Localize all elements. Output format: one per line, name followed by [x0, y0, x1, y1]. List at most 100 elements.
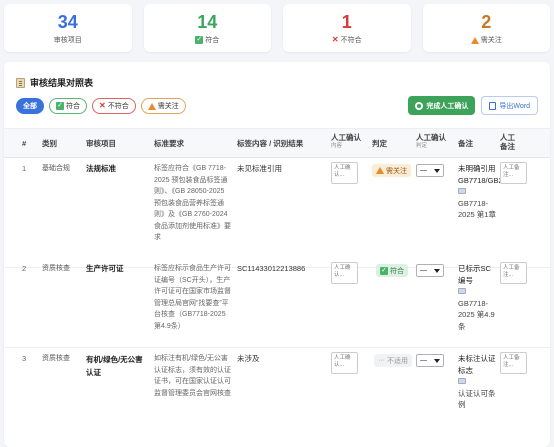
- panel-title: 审核结果对照表: [16, 76, 93, 89]
- stat-warn-label: 需关注: [480, 37, 502, 44]
- col-manual-content-label: 人工确认: [331, 133, 361, 142]
- export-word-button[interactable]: 导出Word: [481, 96, 538, 115]
- row-category: 资质核查: [42, 355, 70, 362]
- table-row: 1 基础合规 法规标准 标签应符合《GB 7718-2025 预包装食品标签通则…: [4, 158, 550, 268]
- stat-card-fail: 1 ✕ 不符合: [283, 4, 411, 52]
- remark-input[interactable]: 人工备注...: [500, 352, 527, 374]
- row-standard: 标签应符合《GB 7718-2025 预包装食品标签通则》、《GB 28050-…: [154, 165, 231, 241]
- filter-all-button[interactable]: 全部: [16, 98, 44, 114]
- col-category: 类别: [42, 139, 57, 148]
- panel-title-text: 审核结果对照表: [30, 78, 94, 88]
- col-manual-judge: 人工确认 判定: [416, 133, 450, 151]
- stat-total-label: 审核项目: [53, 37, 82, 44]
- status-label: 不适用: [387, 357, 408, 365]
- note-main: 未明确引用GB7718/GB28050: [458, 164, 520, 185]
- stat-pass-value: 14: [197, 12, 218, 32]
- filter-all-label: 全部: [23, 103, 37, 110]
- document-icon: [489, 101, 497, 110]
- row-index: 1: [22, 164, 27, 173]
- note-main: 已标示SC编号: [458, 264, 491, 285]
- row-content: 未见标准引用: [237, 164, 282, 173]
- judge-select-value: —: [420, 267, 427, 274]
- x-icon: ✕: [99, 101, 106, 110]
- confirm-button[interactable]: 完成人工确认: [408, 96, 476, 115]
- row-item: 生产许可证: [86, 264, 124, 273]
- row-note: 未标注认证标志 认证认可条例: [458, 353, 498, 411]
- row-index: 2: [22, 264, 27, 273]
- remark-input[interactable]: 人工备注...: [500, 262, 527, 284]
- export-label: 导出Word: [499, 102, 530, 110]
- x-icon: ✕: [331, 35, 339, 44]
- row-category: 资质核查: [42, 265, 70, 272]
- row-note: 未明确引用GB7718/GB28050 GB7718-2025 第1章: [458, 163, 520, 221]
- audit-panel: 审核结果对照表 全部 ✓ 符合 ✕ 不符合 需关注 完成人工确认 导出Word # …: [4, 62, 550, 447]
- status-label: 符合: [390, 267, 404, 275]
- stat-card-pass: 14 ✓ 符合: [143, 4, 271, 52]
- judge-select-value: —: [420, 357, 427, 364]
- book-icon: [458, 288, 466, 294]
- stats-bar: 34 审核项目 14 ✓ 符合 1 ✕ 不符合 2 需关注: [4, 4, 550, 52]
- confirm-label: 完成人工确认: [426, 102, 469, 110]
- filter-warn-button[interactable]: 需关注: [140, 98, 186, 114]
- col-judge: 判定: [372, 139, 387, 148]
- stat-fail-label: 不符合: [340, 37, 362, 44]
- note-ref: 认证认可条例: [458, 388, 496, 410]
- col-item: 审核项目: [86, 139, 116, 148]
- row-note: 已标示SC编号 GB7718-2025 第4.9条: [458, 263, 498, 332]
- stat-pass-label: 符合: [205, 37, 220, 44]
- status-badge: 需关注: [372, 164, 411, 177]
- check-icon: ✓: [195, 36, 204, 44]
- action-group: 完成人工确认 导出Word: [408, 96, 538, 115]
- manual-confirm-input[interactable]: 人工确认...: [331, 162, 358, 184]
- remark-input[interactable]: 人工备注...: [500, 162, 527, 184]
- manual-confirm-input[interactable]: 人工确认...: [331, 262, 358, 284]
- table-row: 3 资质核查 有机/绿色/无公害认证 如标注有机/绿色/无公害认证标志，须有效的…: [4, 348, 550, 447]
- warning-icon: [470, 36, 479, 44]
- filter-bad-label: 不符合: [107, 103, 129, 110]
- judge-select-value: —: [420, 167, 427, 174]
- warning-icon: [376, 167, 384, 174]
- col-manual-judge-sub: 判定: [416, 143, 428, 149]
- row-content: SC11433012213886: [237, 264, 306, 273]
- judge-select[interactable]: —: [416, 164, 444, 177]
- filter-bad-button[interactable]: ✕ 不符合: [92, 98, 136, 114]
- col-idx: #: [22, 139, 27, 148]
- note-ref: GB7718-2025 第1章: [458, 198, 496, 220]
- note-ref: GB7718-2025 第4.9条: [458, 298, 495, 331]
- row-index: 3: [22, 354, 27, 363]
- check-icon: ✓: [56, 102, 64, 110]
- filter-ok-button[interactable]: ✓ 符合: [49, 98, 87, 114]
- manual-confirm-input[interactable]: 人工确认...: [331, 352, 358, 374]
- book-icon: [458, 188, 466, 194]
- stat-card-total: 34 审核项目: [4, 4, 132, 52]
- col-manual-judge-label: 人工确认: [416, 133, 446, 142]
- stat-warn-value: 2: [481, 12, 492, 32]
- chevron-down-icon: [434, 169, 440, 173]
- status-badge: ··· 不适用: [374, 354, 412, 367]
- filter-ok-label: 符合: [66, 103, 80, 110]
- table-header: # 类别 审核项目 标准要求 标签内容 / 识别结果 人工确认 内容 判定 人工确…: [4, 128, 550, 158]
- note-main: 未标注认证标志: [458, 354, 496, 375]
- stat-card-warn: 2 需关注: [422, 4, 550, 52]
- row-content: 未涉及: [237, 354, 260, 363]
- book-icon: [458, 378, 466, 384]
- col-manual-content: 人工确认 内容: [331, 133, 365, 151]
- judge-select[interactable]: —: [416, 264, 444, 277]
- chevron-down-icon: [434, 359, 440, 363]
- stat-fail-value: 1: [341, 12, 352, 32]
- row-item: 法规标准: [86, 164, 116, 173]
- col-content: 标签内容 / 识别结果: [237, 139, 304, 148]
- judge-select[interactable]: —: [416, 354, 444, 367]
- stat-total-value: 34: [57, 12, 78, 32]
- clipboard-icon: [16, 77, 25, 88]
- row-standard: 如标注有机/绿色/无公害认证标志，须有效的认证证书，可在国家认证认可监督管理委员…: [154, 355, 231, 397]
- row-category: 基础合规: [42, 165, 70, 172]
- col-standard: 标准要求: [154, 139, 184, 148]
- chevron-down-icon: [434, 269, 440, 273]
- status-badge: ✓ 符合: [376, 264, 408, 277]
- warning-icon: [147, 102, 156, 110]
- filter-warn-label: 需关注: [157, 103, 179, 110]
- col-remark: 人工备注: [500, 133, 515, 151]
- filter-group: 全部 ✓ 符合 ✕ 不符合 需关注: [16, 98, 186, 114]
- col-note: 备注: [458, 139, 473, 148]
